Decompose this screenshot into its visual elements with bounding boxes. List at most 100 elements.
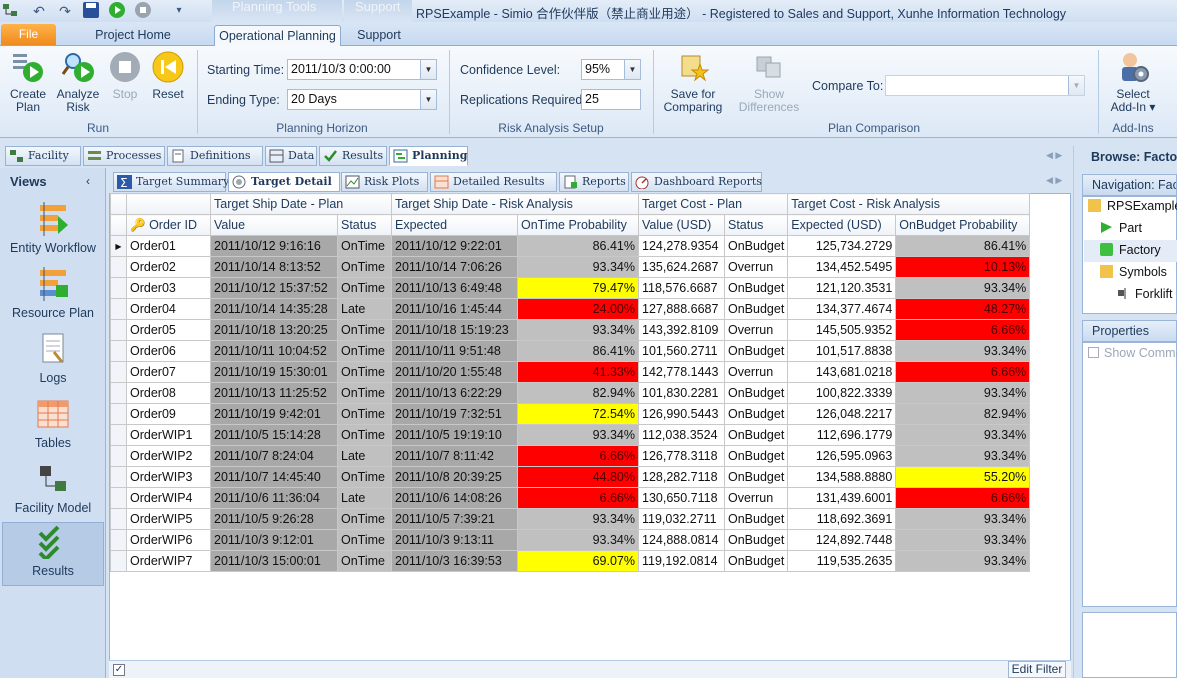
cell-value-usd[interactable]: 135,624.2687 [638, 256, 725, 278]
cell-status[interactable]: OnTime [337, 340, 392, 362]
cell-order-id[interactable]: OrderWIP3 [126, 466, 211, 488]
compare-to-combo[interactable]: ▼ [885, 75, 1085, 96]
cell-onbudget-probability[interactable]: 93.34% [895, 550, 1031, 572]
filter-checkbox[interactable]: ✓ [113, 664, 125, 676]
cell-order-id[interactable]: Order08 [126, 382, 211, 404]
cell-value-usd[interactable]: 130,650.7118 [638, 487, 725, 509]
table-row[interactable]: Order04 2011/10/14 14:35:28 Late 2011/10/16… [110, 298, 1031, 320]
cell-expected[interactable]: 2011/10/3 16:39:53 [391, 550, 518, 572]
cell-cost-status[interactable]: OnBudget [723, 550, 789, 572]
collapse-chevron-icon[interactable]: ‹ [86, 174, 90, 188]
table-row[interactable]: Order08 2011/10/13 11:25:52 OnTime 2011/10/… [110, 382, 1031, 404]
column-header-onbudget-probability[interactable]: OnBudget Probability [895, 214, 1031, 236]
cell-value[interactable]: 2011/10/14 14:35:28 [210, 298, 338, 320]
chevron-down-icon[interactable]: ▼ [420, 90, 436, 109]
cell-order-id[interactable]: OrderWIP5 [126, 508, 211, 530]
cell-expected-usd[interactable]: 119,535.2635 [787, 550, 897, 572]
cell-ontime-probability[interactable]: 72.54% [517, 403, 639, 425]
table-row[interactable]: OrderWIP1 2011/10/5 15:14:28 OnTime 2011/10… [110, 424, 1031, 446]
tab-risk-plots[interactable]: Risk Plots [341, 172, 428, 192]
tab-definitions[interactable]: Definitions [167, 146, 263, 166]
redo-icon[interactable]: ↷ [56, 2, 74, 20]
row-header[interactable] [110, 277, 127, 299]
cell-expected-usd[interactable]: 125,734.2729 [787, 235, 897, 257]
cell-onbudget-probability[interactable]: 93.34% [895, 424, 1031, 446]
row-header[interactable] [110, 361, 127, 383]
row-header[interactable] [110, 403, 127, 425]
cell-value-usd[interactable]: 127,888.6687 [638, 298, 725, 320]
table-row[interactable]: Order05 2011/10/18 13:20:25 OnTime 2011/10/… [110, 319, 1031, 341]
cell-expected[interactable]: 2011/10/13 6:22:29 [391, 382, 518, 404]
cell-value[interactable]: 2011/10/19 9:42:01 [210, 403, 338, 425]
cell-expected[interactable]: 2011/10/19 7:32:51 [391, 403, 518, 425]
cell-expected[interactable]: 2011/10/14 7:06:26 [391, 256, 518, 278]
select-add-in-button[interactable]: Select Add-In ▾ [1104, 50, 1162, 114]
table-row[interactable]: OrderWIP4 2011/10/6 11:36:04 Late 2011/10/6… [110, 487, 1031, 509]
cell-onbudget-probability[interactable]: 10.13% [895, 256, 1031, 278]
cell-cost-status[interactable]: OnBudget [723, 382, 789, 404]
cell-onbudget-probability[interactable]: 93.34% [895, 445, 1031, 467]
cell-status[interactable]: OnTime [337, 361, 392, 383]
cell-onbudget-probability[interactable]: 86.41% [895, 235, 1031, 257]
cell-order-id[interactable]: Order07 [126, 361, 211, 383]
cell-ontime-probability[interactable]: 86.41% [517, 340, 639, 362]
cell-status[interactable]: OnTime [337, 256, 392, 278]
tab-processes[interactable]: Processes [83, 146, 165, 166]
table-row[interactable]: OrderWIP2 2011/10/7 8:24:04 Late 2011/10/7 … [110, 445, 1031, 467]
cell-expected[interactable]: 2011/10/12 9:22:01 [391, 235, 518, 257]
tab-reports[interactable]: Reports [559, 172, 629, 192]
tab-results[interactable]: Results [319, 146, 387, 166]
cell-order-id[interactable]: Order01 [126, 235, 211, 257]
tree-item-rpsexample[interactable]: RPSExample [1088, 199, 1177, 213]
cell-expected-usd[interactable]: 145,505.9352 [787, 319, 897, 341]
cell-ontime-probability[interactable]: 24.00% [517, 298, 639, 320]
cell-status[interactable]: OnTime [337, 382, 392, 404]
save-for-comparing-button[interactable]: Save for Comparing [660, 50, 726, 114]
cell-cost-status[interactable]: OnBudget [723, 403, 789, 425]
chevron-down-icon[interactable]: ▼ [624, 60, 640, 79]
row-header[interactable] [110, 424, 127, 446]
cell-cost-status[interactable]: OnBudget [723, 529, 789, 551]
cell-onbudget-probability[interactable]: 6.66% [895, 361, 1031, 383]
cell-ontime-probability[interactable]: 41.33% [517, 361, 639, 383]
cell-order-id[interactable]: Order06 [126, 340, 211, 362]
row-header[interactable] [110, 319, 127, 341]
table-row[interactable]: Order06 2011/10/11 10:04:52 OnTime 2011/10/… [110, 340, 1031, 362]
cell-expected-usd[interactable]: 131,439.6001 [787, 487, 897, 509]
cell-value-usd[interactable]: 101,830.2281 [638, 382, 725, 404]
cell-status[interactable]: Late [337, 445, 392, 467]
view-entity-workflow[interactable]: Entity Workflow [2, 200, 104, 264]
cell-onbudget-probability[interactable]: 6.66% [895, 487, 1031, 509]
column-header-cost-status[interactable]: Status [723, 214, 789, 236]
tree-item-part[interactable]: Part [1100, 221, 1142, 235]
cell-cost-status[interactable]: OnBudget [723, 424, 789, 446]
edit-filter-button[interactable]: Edit Filter [1008, 661, 1066, 678]
cell-order-id[interactable]: OrderWIP1 [126, 424, 211, 446]
cell-cost-status[interactable]: OnBudget [723, 508, 789, 530]
column-header-expected-usd[interactable]: Expected (USD) [787, 214, 897, 236]
cell-ontime-probability[interactable]: 44.80% [517, 466, 639, 488]
cell-value-usd[interactable]: 126,990.5443 [638, 403, 725, 425]
splitter[interactable] [1073, 146, 1079, 678]
analyze-risk-button[interactable]: Analyze Risk [54, 50, 102, 114]
cell-expected[interactable]: 2011/10/16 1:45:44 [391, 298, 518, 320]
row-header[interactable] [110, 340, 127, 362]
cell-cost-status[interactable]: OnBudget [723, 298, 789, 320]
cell-value-usd[interactable]: 143,392.8109 [638, 319, 725, 341]
view-facility-model[interactable]: Facility Model [2, 460, 104, 524]
cell-ontime-probability[interactable]: 93.34% [517, 424, 639, 446]
cell-order-id[interactable]: Order05 [126, 319, 211, 341]
cell-expected-usd[interactable]: 101,517.8838 [787, 340, 897, 362]
cell-order-id[interactable]: OrderWIP6 [126, 529, 211, 551]
cell-value-usd[interactable]: 119,192.0814 [638, 550, 725, 572]
cell-expected-usd[interactable]: 121,120.3531 [787, 277, 897, 299]
tab-operational-planning[interactable]: Operational Planning [214, 25, 341, 47]
column-header-status[interactable]: Status [337, 214, 392, 236]
tab-planning[interactable]: Planning [389, 146, 468, 166]
current-row-indicator-icon[interactable]: ▶ [110, 235, 127, 257]
table-row[interactable]: ▶ Order01 2011/10/12 9:16:16 OnTime 2011/10/… [110, 235, 1031, 257]
tab-file[interactable]: File [1, 24, 56, 45]
run-icon[interactable] [109, 2, 125, 18]
tab-facility[interactable]: Facility [5, 146, 81, 166]
cell-ontime-probability[interactable]: 93.34% [517, 508, 639, 530]
